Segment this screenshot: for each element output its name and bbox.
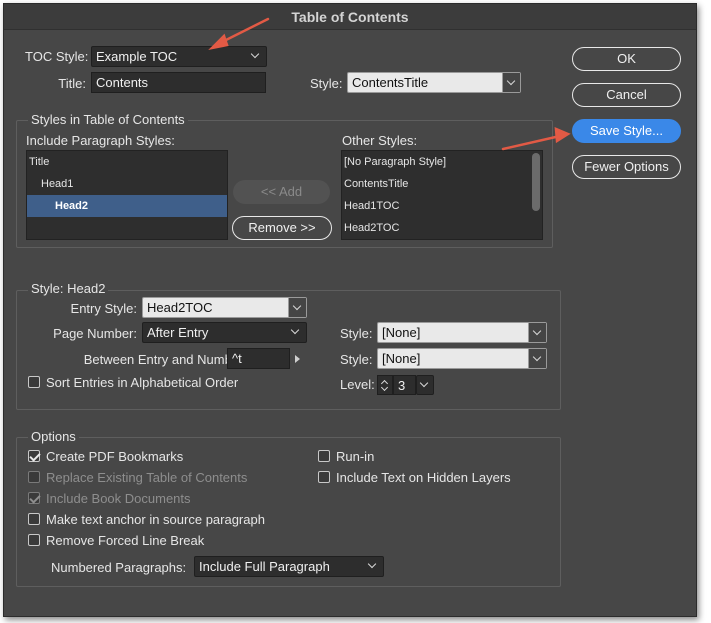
annotation-arrow-save-style xyxy=(501,134,562,151)
annotation-arrowhead-toc-style xyxy=(208,33,229,51)
annotation-arrows xyxy=(208,17,571,151)
annotation-arrowhead-save-style xyxy=(554,127,571,144)
